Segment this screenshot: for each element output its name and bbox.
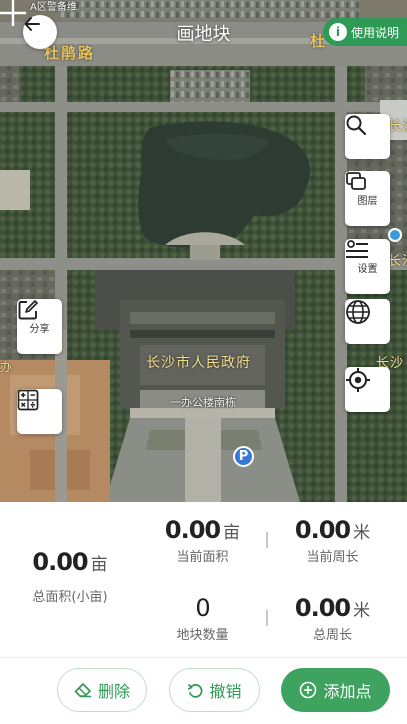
- add-circle-icon: [300, 681, 317, 699]
- stats-divider: [266, 532, 268, 548]
- add-point-label: 添加点: [323, 682, 372, 701]
- share-button[interactable]: 分享: [17, 299, 62, 354]
- plot-count-label: 地块数量: [176, 628, 229, 643]
- total-perimeter-unit: 米: [353, 601, 371, 621]
- current-area-label: 当前面积: [176, 550, 229, 565]
- layers-label: 图层: [357, 196, 378, 207]
- globe-button[interactable]: [345, 299, 390, 344]
- calculator-button[interactable]: [17, 389, 62, 434]
- current-area-unit: 亩: [223, 523, 241, 543]
- total-perimeter-value: 0.00: [294, 594, 351, 622]
- stats-divider: [266, 610, 268, 626]
- layers-button[interactable]: 图层: [345, 171, 390, 226]
- total-area-value: 0.00: [32, 548, 88, 576]
- satellite-map[interactable]: A区警备维 杜鹃路 杜 长沙市人民政府 一办公楼南栋 长沙 长沙 长沙 办 P …: [0, 0, 407, 502]
- add-point-button[interactable]: 添加点: [281, 668, 390, 712]
- info-icon: i: [328, 23, 347, 41]
- back-button[interactable]: [23, 15, 57, 49]
- plot-count-value: 0: [195, 594, 210, 622]
- globe-icon: [346, 300, 370, 324]
- locate-target-icon: [346, 368, 370, 392]
- layers-icon: [346, 172, 366, 190]
- stats-panel: 0.00 亩 总面积(小亩) 0.00 亩 当前面积 0.00 米 当前周长 0 地块…: [0, 502, 407, 657]
- action-bar: 删除 撤销 添加点: [0, 658, 407, 724]
- delete-label: 删除: [97, 682, 130, 701]
- total-perimeter-label: 总周长: [312, 628, 352, 643]
- undo-label: 撤销: [209, 682, 242, 701]
- current-area-value: 0.00: [164, 516, 221, 544]
- draw-plot-screen: A区警备维 杜鹃路 杜 长沙市人民政府 一办公楼南栋 长沙 长沙 长沙 办 P …: [0, 0, 407, 724]
- parking-poi-icon[interactable]: P: [233, 446, 254, 467]
- total-area-stat: 0.00 亩 总面积(小亩): [10, 548, 130, 605]
- share-label: 分享: [29, 324, 50, 335]
- map-poi-icon[interactable]: [388, 228, 402, 242]
- current-perimeter-value: 0.00: [294, 516, 351, 544]
- locate-button[interactable]: [345, 367, 390, 412]
- calculator-icon: [17, 389, 39, 411]
- arrow-left-icon: [24, 17, 40, 31]
- current-perimeter-stat: 0.00 米 当前周长: [280, 516, 385, 565]
- edit-square-icon: [18, 300, 38, 320]
- search-icon: [346, 115, 367, 136]
- current-perimeter-label: 当前周长: [306, 550, 359, 565]
- map-label-top: A区警备维: [30, 2, 77, 13]
- total-area-label: 总面积(小亩): [32, 590, 108, 605]
- map-label-edge-1: 长沙: [388, 119, 407, 134]
- map-label-edge-left: 办: [0, 360, 14, 374]
- current-area-stat: 0.00 亩 当前面积: [150, 516, 255, 565]
- search-button[interactable]: [345, 114, 390, 159]
- map-label-building: 一办公楼南栋: [170, 396, 236, 409]
- undo-icon: [188, 683, 203, 698]
- total-area-unit: 亩: [90, 555, 108, 575]
- settings-label: 设置: [357, 264, 378, 275]
- plot-count-stat: 0 地块数量: [150, 594, 255, 643]
- help-label: 使用说明: [350, 25, 399, 40]
- current-perimeter-unit: 米: [353, 523, 371, 543]
- total-perimeter-stat: 0.00 米 总周长: [280, 594, 385, 643]
- settings-button[interactable]: 设置: [345, 239, 390, 294]
- map-label-government: 长沙市人民政府: [146, 355, 251, 371]
- settings-sliders-icon: [346, 240, 368, 258]
- eraser-icon: [74, 683, 91, 698]
- help-button[interactable]: i 使用说明: [322, 18, 407, 46]
- undo-button[interactable]: 撤销: [169, 668, 260, 712]
- map-label-edge-2: 长沙: [388, 254, 407, 269]
- delete-button[interactable]: 删除: [57, 668, 147, 712]
